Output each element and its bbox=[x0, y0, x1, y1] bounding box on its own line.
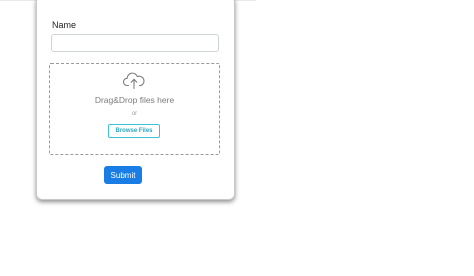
browse-files-button[interactable]: Browse Files bbox=[108, 124, 160, 138]
file-dropzone[interactable]: Drag&Drop files here or Browse Files bbox=[49, 63, 220, 155]
submit-button[interactable]: Submit bbox=[104, 166, 142, 184]
name-input[interactable] bbox=[51, 34, 219, 52]
or-separator: or bbox=[131, 111, 138, 117]
cloud-upload-icon bbox=[122, 72, 145, 90]
name-label: Name bbox=[52, 20, 77, 30]
upload-form-card: Name Drag&Drop files here or Browse File… bbox=[36, 0, 235, 200]
dropzone-text: Drag&Drop files here bbox=[94, 95, 175, 105]
